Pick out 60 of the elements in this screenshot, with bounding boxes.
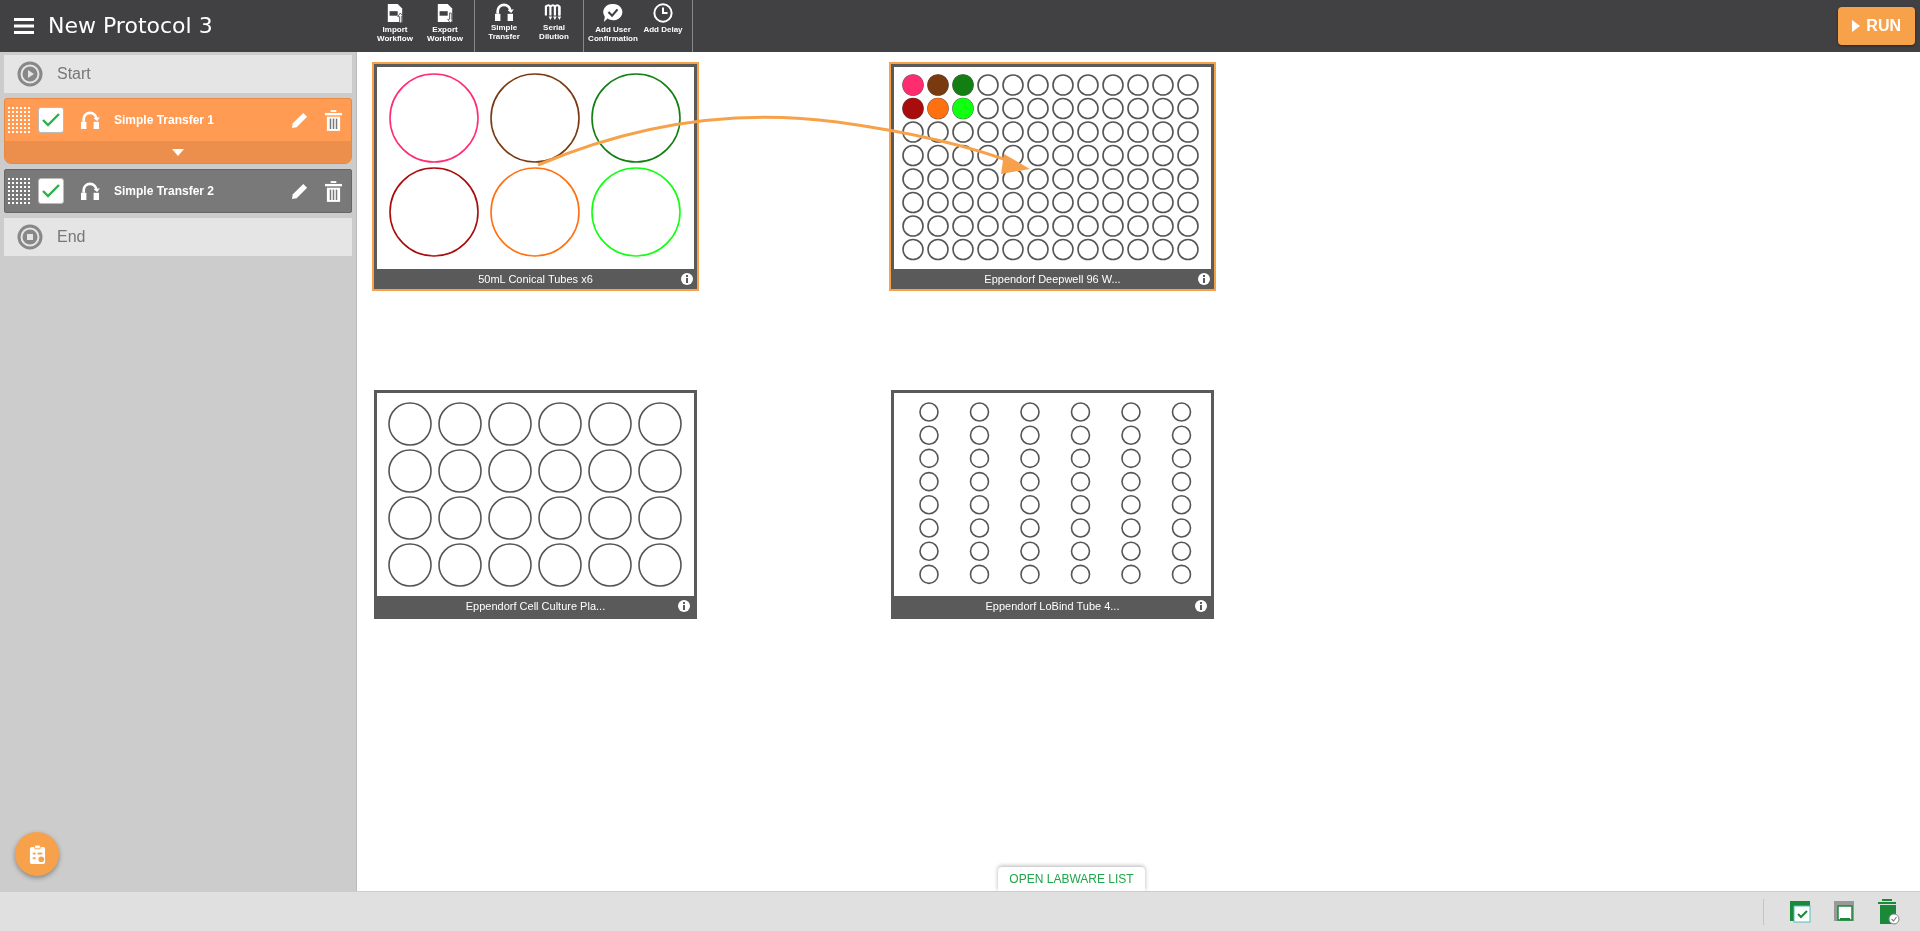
step-row[interactable]: End bbox=[4, 218, 352, 256]
info-icon[interactable] bbox=[678, 600, 690, 612]
labware-name: Eppendorf LoBind Tube 4... bbox=[985, 600, 1120, 612]
filled-well[interactable] bbox=[927, 98, 949, 119]
filled-well[interactable] bbox=[902, 74, 924, 96]
pipette-arch-icon bbox=[80, 182, 100, 200]
labware-card[interactable]: 50mL Conical Tubes x6 bbox=[372, 62, 699, 291]
labware-name: Eppendorf Cell Culture Pla... bbox=[465, 600, 606, 612]
step-label: Simple Transfer 1 bbox=[113, 113, 216, 127]
stop-circle-icon bbox=[17, 224, 43, 250]
clock-icon bbox=[653, 3, 673, 23]
check-icon bbox=[42, 184, 60, 198]
window-title: New Protocol 3 bbox=[48, 12, 214, 40]
info-icon[interactable] bbox=[1195, 600, 1207, 612]
drag-handle-icon[interactable] bbox=[8, 107, 30, 133]
toolbar-button[interactable]: Simple Transfer bbox=[479, 3, 529, 50]
device-check-icon[interactable] bbox=[1790, 899, 1812, 924]
toolbar-button[interactable]: Add Delay bbox=[638, 3, 688, 50]
check-icon bbox=[42, 113, 60, 127]
caret-icon[interactable] bbox=[172, 148, 184, 156]
tube-circle[interactable] bbox=[389, 73, 479, 163]
pipette-arch-icon bbox=[494, 3, 514, 21]
document-download-icon bbox=[436, 3, 454, 23]
pipette-arch-icon bbox=[80, 111, 100, 129]
labware-card[interactable]: Eppendorf Deepwell 96 W... bbox=[889, 62, 1216, 291]
trash-check-icon[interactable] bbox=[1878, 898, 1900, 925]
menu-icon[interactable] bbox=[14, 18, 34, 34]
document-upload-icon bbox=[386, 3, 404, 23]
step-label: Simple Transfer 2 bbox=[113, 184, 216, 198]
labware-card[interactable]: Eppendorf Cell Culture Pla... bbox=[374, 390, 697, 619]
toolbar-button[interactable]: Serial Dilution bbox=[529, 3, 579, 50]
toolbar-button[interactable]: Add User Confirmation bbox=[588, 3, 638, 50]
tube-circle[interactable] bbox=[389, 167, 479, 257]
info-icon[interactable] bbox=[681, 273, 693, 285]
dilution-arrows-icon bbox=[544, 3, 564, 21]
labware-card[interactable]: Eppendorf LoBind Tube 4... bbox=[891, 390, 1214, 619]
device-icon[interactable] bbox=[1834, 899, 1856, 924]
labware-name: 50mL Conical Tubes x6 bbox=[478, 273, 593, 285]
step-checkbox[interactable] bbox=[38, 178, 64, 204]
info-icon[interactable] bbox=[1198, 273, 1210, 285]
toolbar-button[interactable]: Import Workflow bbox=[370, 3, 420, 50]
filled-well[interactable] bbox=[902, 98, 924, 119]
filled-well[interactable] bbox=[927, 74, 949, 96]
filled-well[interactable] bbox=[952, 74, 974, 96]
toolbar-button[interactable]: Export Workflow bbox=[420, 3, 470, 50]
pencil-icon[interactable] bbox=[290, 181, 309, 201]
step-card[interactable]: Simple Transfer 2 bbox=[4, 169, 352, 213]
chat-check-icon bbox=[603, 3, 623, 23]
clipboard-icon bbox=[28, 843, 46, 865]
step-row[interactable]: Start bbox=[4, 55, 352, 93]
trash-icon[interactable] bbox=[325, 180, 342, 202]
clipboard-button[interactable] bbox=[15, 832, 59, 876]
step-checkbox[interactable] bbox=[38, 107, 64, 133]
trash-icon[interactable] bbox=[325, 109, 342, 131]
play-icon bbox=[1852, 20, 1861, 32]
play-circle-icon bbox=[17, 61, 43, 87]
labware-name: Eppendorf Deepwell 96 W... bbox=[984, 273, 1121, 285]
drag-handle-icon[interactable] bbox=[8, 178, 30, 204]
tube-circle[interactable] bbox=[490, 73, 580, 163]
tube-circle[interactable] bbox=[591, 73, 681, 163]
